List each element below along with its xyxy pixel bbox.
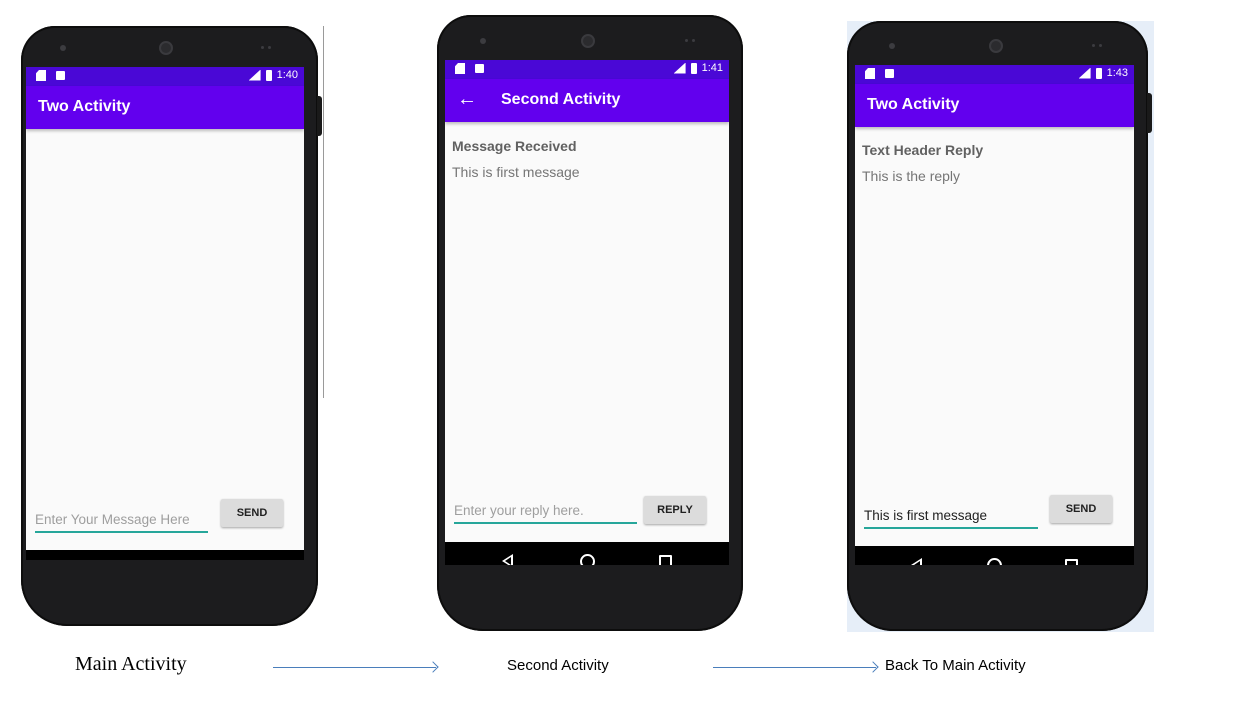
a-icon [56,71,65,80]
home-circle-icon[interactable] [987,558,1002,565]
nav-bar [26,550,304,560]
nav-bar [445,542,729,565]
caption-second-activity: Second Activity [507,657,609,674]
reply-text: This is the reply [862,168,961,184]
phone-main-activity: 1:40 Two Activity Enter Your Message Her… [21,26,322,626]
app-title: Second Activity [501,91,621,108]
status-time: 1:41 [701,62,723,74]
sd-card-icon [865,68,875,79]
status-bar: 1:43 [855,65,1134,84]
speaker-dots [685,39,695,42]
reply-header: Text Header Reply [862,142,984,158]
message-input[interactable]: This is first message [864,505,1038,529]
message-input[interactable]: Enter Your Message Here [35,509,208,533]
sd-card-icon [36,70,46,81]
front-camera [989,39,1003,53]
lte-signal-icon [673,62,686,74]
caption-back-to-main: Back To Main Activity [885,657,1026,674]
battery-icon [1095,67,1102,79]
home-circle-icon[interactable] [580,554,595,565]
speaker-dots [261,46,271,49]
app-bar: Two Activity [26,86,304,129]
reply-input[interactable]: Enter your reply here. [454,500,637,524]
battery-icon [690,62,697,74]
sensor [480,38,486,44]
caption-main-activity: Main Activity [75,653,187,675]
status-time: 1:40 [276,69,298,81]
app-title: Two Activity [38,98,131,115]
message-header: Message Received [452,138,577,154]
sd-card-icon [455,63,465,74]
front-camera [159,41,173,55]
flow-arrow-2 [713,667,876,668]
send-button[interactable]: SEND [1050,495,1112,523]
sensor [889,43,895,49]
divider-line [323,26,324,398]
screen: 1:43 Two Activity Text Header Reply This… [855,65,1134,565]
back-arrow-icon[interactable]: ← [457,88,477,111]
flow-arrow-1 [273,667,436,668]
status-bar: 1:40 [26,67,304,86]
message-text: This is first message [452,164,580,180]
a-icon [885,69,894,78]
screen: 1:40 Two Activity Enter Your Message Her… [26,67,304,560]
send-button[interactable]: SEND [221,499,283,527]
reply-button[interactable]: REPLY [644,496,706,524]
app-title: Two Activity [867,96,960,113]
front-camera [581,34,595,48]
lte-signal-icon [1078,67,1091,79]
recents-square-icon[interactable] [1065,559,1078,565]
app-bar: ← Second Activity [445,79,729,122]
sensor [60,45,66,51]
screen: 1:41 ← Second Activity Message Received … [445,60,729,565]
speaker-dots [1092,44,1102,47]
battery-icon [265,69,272,81]
recents-square-icon[interactable] [659,555,672,565]
back-triangle-icon[interactable] [502,554,513,565]
status-bar: 1:41 [445,60,729,79]
back-triangle-icon[interactable] [911,558,922,565]
status-time: 1:43 [1106,67,1128,79]
a-icon [475,64,484,73]
phone-back-to-main-activity: 1:43 Two Activity Text Header Reply This… [847,21,1152,631]
phone-second-activity: 1:41 ← Second Activity Message Received … [437,15,743,631]
app-bar: Two Activity [855,84,1134,127]
nav-bar [855,546,1134,565]
lte-signal-icon [248,69,261,81]
